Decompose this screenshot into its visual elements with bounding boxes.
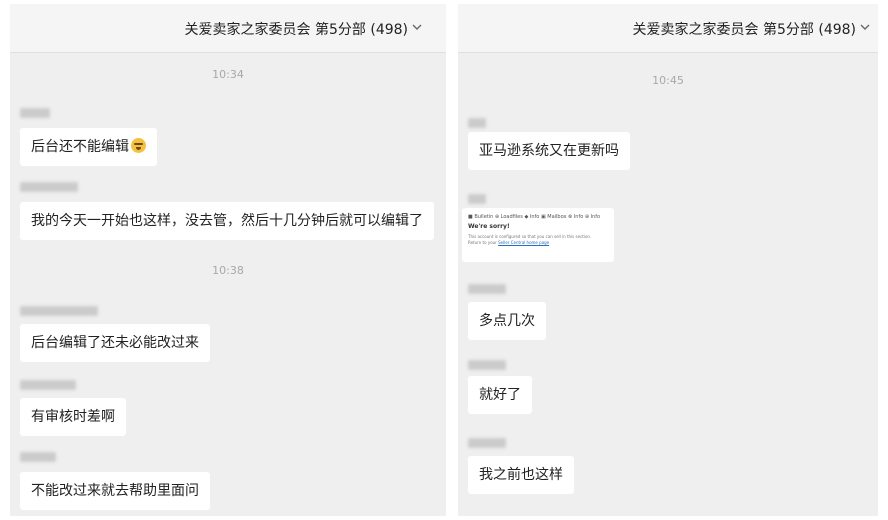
chevron-down-icon[interactable] xyxy=(410,20,424,34)
timestamp: 10:45 xyxy=(652,74,684,87)
sender-name-blurred[interactable] xyxy=(468,194,486,204)
screenshot-body: This account is configured so that you c… xyxy=(468,234,592,245)
screenshot-link: Seller Central home page xyxy=(498,240,550,245)
sender-name-blurred[interactable] xyxy=(20,306,98,316)
sender-name-blurred[interactable] xyxy=(468,284,506,294)
sender-name-blurred[interactable] xyxy=(20,182,78,192)
message-bubble[interactable]: 后台还不能编辑 xyxy=(20,128,157,166)
screenshot-nav-bar: ■ Bulletin ⊕ Loadfiles ◆ Info ▣ Mailbox … xyxy=(468,214,601,220)
chat-header[interactable]: 关爱卖家之家委员会 第5分部 (498) xyxy=(10,4,446,53)
sender-name-blurred[interactable] xyxy=(20,380,76,390)
chat-title[interactable]: 关爱卖家之家委员会 第5分部 (498) xyxy=(185,19,408,39)
chat-title[interactable]: 关爱卖家之家委员会 第5分部 (498) xyxy=(633,19,856,39)
sender-name-blurred[interactable] xyxy=(20,452,56,462)
image-message[interactable]: ■ Bulletin ⊕ Loadfiles ◆ Info ▣ Mailbox … xyxy=(462,208,614,262)
timestamp: 10:34 xyxy=(212,68,244,81)
message-bubble[interactable]: 后台编辑了还未必能改过来 xyxy=(20,324,210,362)
message-bubble[interactable]: 有审核时差啊 xyxy=(20,398,126,436)
chat-panel-right: 关爱卖家之家委员会 第5分部 (498) 10:45 亚马逊系统又在更新吗 ■ … xyxy=(458,4,878,516)
sender-name-blurred[interactable] xyxy=(468,118,486,128)
error-page-screenshot: ■ Bulletin ⊕ Loadfiles ◆ Info ▣ Mailbox … xyxy=(468,214,608,256)
chevron-down-icon[interactable] xyxy=(858,20,872,34)
sender-name-blurred[interactable] xyxy=(468,360,506,370)
message-bubble[interactable]: 多点几次 xyxy=(468,302,546,340)
message-bubble[interactable]: 亚马逊系统又在更新吗 xyxy=(468,132,630,170)
chat-panel-left: 关爱卖家之家委员会 第5分部 (498) 10:34 后台还不能编辑 我的今天一… xyxy=(10,4,446,516)
message-bubble[interactable]: 我之前也这样 xyxy=(468,456,574,494)
message-bubble[interactable]: 我的今天一开始也这样，没去管，然后十几分钟后就可以编辑了 xyxy=(20,202,434,240)
sender-name-blurred[interactable] xyxy=(20,108,50,118)
chat-header[interactable]: 关爱卖家之家委员会 第5分部 (498) xyxy=(458,4,878,53)
message-bubble[interactable]: 不能改过来就去帮助里面问 xyxy=(20,472,210,510)
screenshot-title: We're sorry! xyxy=(468,223,510,230)
sender-name-blurred[interactable] xyxy=(468,438,506,448)
grimacing-face-emoji-icon xyxy=(131,138,146,153)
message-bubble[interactable]: 就好了 xyxy=(468,376,532,414)
timestamp: 10:38 xyxy=(212,264,244,277)
